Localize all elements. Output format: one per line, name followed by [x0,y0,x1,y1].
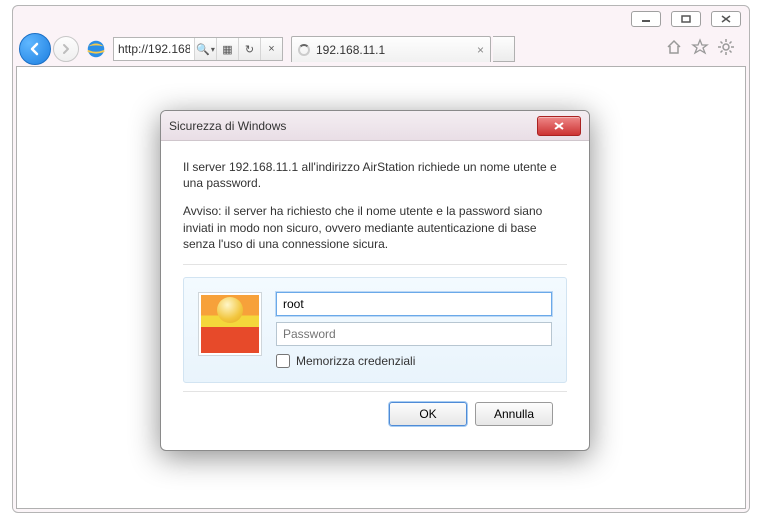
window-titlebar [13,6,749,32]
page-icon: ▦ [222,43,232,56]
dialog-titlebar: Sicurezza di Windows [161,111,589,141]
remember-checkbox[interactable] [276,354,290,368]
navigation-bar: 🔍▾ ▦ ↻ × 192.168.11.1 × [13,32,749,66]
address-bar: 🔍▾ ▦ ↻ × [113,37,283,61]
toolbar-right [665,38,743,61]
favorites-button[interactable] [691,38,709,61]
separator [183,264,567,265]
back-button[interactable] [19,33,51,65]
star-icon [691,38,709,56]
close-icon [553,121,565,131]
loading-spinner-icon [298,44,310,56]
credentials-panel: Memorizza credenziali [183,277,567,383]
address-input[interactable] [114,38,194,60]
stop-button[interactable]: × [260,38,282,60]
window-close-button[interactable] [711,11,741,27]
search-icon: 🔍 [196,43,210,56]
dropdown-icon: ▾ [211,45,215,54]
avatar-image [201,295,259,353]
ok-button[interactable]: OK [389,402,467,426]
user-avatar [198,292,262,356]
gear-icon [717,38,735,56]
password-input[interactable] [276,322,552,346]
dialog-message-1: Il server 192.168.11.1 all'indirizzo Air… [183,159,567,191]
search-button[interactable]: 🔍▾ [194,38,216,60]
dialog-close-button[interactable] [537,116,581,136]
ie-logo-icon [85,38,107,60]
tools-button[interactable] [717,38,735,61]
remember-label: Memorizza credenziali [296,354,415,368]
username-input[interactable] [276,292,552,316]
home-button[interactable] [665,38,683,61]
stop-icon: × [268,43,274,55]
refresh-icon: ↻ [245,43,254,56]
forward-button[interactable] [53,36,79,62]
dialog-footer: OK Annulla [183,391,567,440]
auth-dialog: Sicurezza di Windows Il server 192.168.1… [160,110,590,451]
tab-close-button[interactable]: × [477,43,484,57]
window-maximize-button[interactable] [671,11,701,27]
home-icon [665,38,683,56]
refresh-button[interactable]: ↻ [238,38,260,60]
new-tab-button[interactable] [493,36,515,62]
browser-tab[interactable]: 192.168.11.1 × [291,36,491,62]
cancel-button[interactable]: Annulla [475,402,553,426]
dialog-body: Il server 192.168.11.1 all'indirizzo Air… [161,141,589,450]
tab-title: 192.168.11.1 [316,43,385,57]
dialog-message-2: Avviso: il server ha richiesto che il no… [183,203,567,252]
dialog-title: Sicurezza di Windows [169,119,286,133]
credential-fields: Memorizza credenziali [276,292,552,368]
remember-credentials[interactable]: Memorizza credenziali [276,354,552,368]
compat-view-button[interactable]: ▦ [216,38,238,60]
window-minimize-button[interactable] [631,11,661,27]
